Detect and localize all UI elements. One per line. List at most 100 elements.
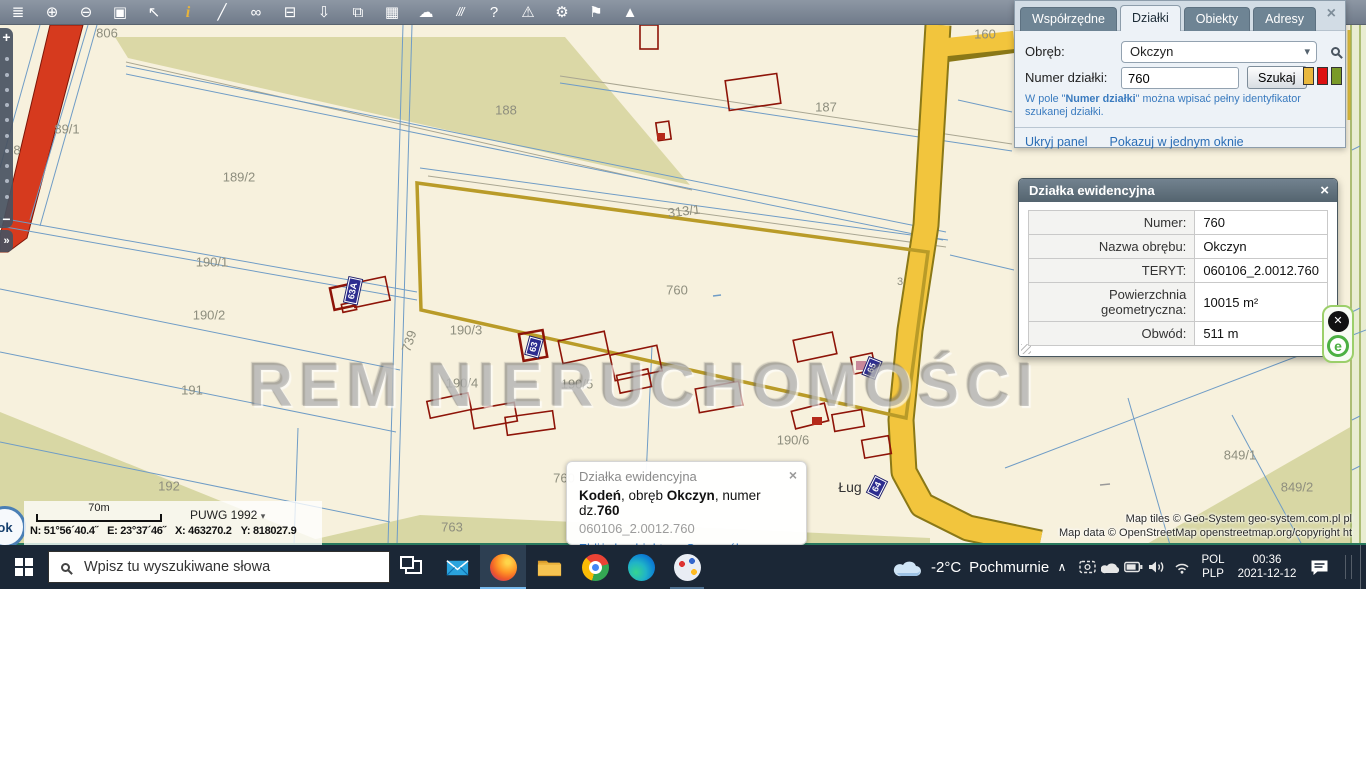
search-icon[interactable] bbox=[1331, 47, 1340, 56]
edge-app-button[interactable] bbox=[618, 545, 664, 589]
mail-app-button[interactable] bbox=[434, 545, 480, 589]
tab-współrzędne[interactable]: Współrzędne bbox=[1020, 7, 1117, 31]
browser-viewport: 806 160 188 187 89/1 8 189/2 190/1 190/2 191 192 31… bbox=[0, 0, 1366, 589]
panel-footer-links: Ukryj panel Pokazuj w jednym oknie bbox=[1015, 127, 1345, 151]
snip-tray-button[interactable] bbox=[1076, 545, 1098, 589]
parcel-label: 8 bbox=[13, 142, 21, 158]
location-icon[interactable]: ⚑ bbox=[586, 0, 606, 25]
chrome-icon bbox=[581, 553, 609, 581]
close-icon[interactable]: × bbox=[789, 467, 797, 483]
battery-tray-button[interactable] bbox=[1122, 545, 1144, 589]
search-button[interactable]: Szukaj bbox=[1247, 66, 1307, 89]
tab-działki[interactable]: Działki bbox=[1119, 5, 1181, 31]
pointer-icon[interactable]: ↖ bbox=[144, 0, 164, 25]
table-row: Powierzchnia geometryczna: 10015 m² bbox=[1027, 282, 1328, 322]
slider-expand-control[interactable]: » bbox=[0, 230, 13, 252]
snip-icon bbox=[1078, 560, 1096, 574]
weather-widget[interactable]: -2°C Pochmurnie bbox=[893, 545, 1049, 589]
clock-date: 2021-12-12 bbox=[1237, 568, 1297, 580]
warning-icon[interactable]: ⚠ bbox=[518, 0, 538, 25]
zoom-in-control[interactable]: + bbox=[2, 28, 10, 46]
wifi-icon bbox=[1175, 563, 1189, 574]
zoom-in-icon[interactable]: ⊕ bbox=[42, 0, 62, 25]
windows-logo-icon bbox=[15, 558, 33, 576]
parcel-label: 160 bbox=[974, 26, 996, 42]
parcel-label: 190/6 bbox=[776, 432, 810, 448]
paint3d-app-button[interactable] bbox=[664, 545, 710, 589]
link-icon[interactable]: ∞ bbox=[246, 0, 266, 25]
taskbar-search-placeholder: Wpisz tu wyszukiwane słowa bbox=[84, 559, 271, 575]
show-desktop-button[interactable] bbox=[1360, 545, 1366, 589]
start-button[interactable] bbox=[0, 545, 48, 589]
chevron-down-icon: ▾ bbox=[1304, 46, 1310, 58]
parcel-label: 806 bbox=[96, 25, 118, 41]
chrome-app-button[interactable] bbox=[572, 545, 618, 589]
taskbar-apps bbox=[434, 545, 710, 589]
layout-icon[interactable]: ▦ bbox=[382, 0, 402, 25]
task-view-button[interactable] bbox=[392, 545, 434, 589]
table-row: Nazwa obrębu: Okczyn bbox=[1027, 234, 1328, 259]
address-plate: 64 bbox=[867, 476, 887, 498]
table-row: Numer: 760 bbox=[1027, 210, 1328, 235]
terrain-icon[interactable]: ▲ bbox=[620, 0, 640, 25]
panel-link[interactable]: Pokazuj w jednym oknie bbox=[1110, 135, 1244, 149]
legend-swatches bbox=[1303, 67, 1342, 85]
parcel-label: 187 bbox=[815, 99, 837, 115]
onedrive-cloud-icon bbox=[1100, 563, 1119, 573]
firefox-icon bbox=[489, 553, 517, 581]
row-label: Obwód: bbox=[1027, 321, 1196, 346]
parcel-number-input[interactable] bbox=[1121, 67, 1239, 89]
parcel-panel-title: Działka ewidencyjna bbox=[1029, 183, 1155, 198]
layers-icon[interactable]: ≣ bbox=[8, 0, 28, 25]
network-tray-button[interactable] bbox=[1171, 545, 1193, 589]
taskbar-search[interactable]: Wpisz tu wyszukiwane słowa bbox=[48, 551, 390, 583]
measure-icon[interactable]: ╱ bbox=[212, 0, 232, 25]
volume-tray-button[interactable] bbox=[1146, 545, 1168, 589]
close-icon[interactable]: × bbox=[1320, 182, 1329, 199]
tab-adresy[interactable]: Adresy bbox=[1253, 7, 1317, 31]
obreb-label: Obręb: bbox=[1025, 44, 1065, 59]
obreb-select[interactable]: Okczyn ▾ bbox=[1121, 41, 1317, 63]
hatch-icon[interactable]: /// bbox=[450, 0, 470, 25]
extension-e-icon[interactable]: e bbox=[1327, 335, 1349, 358]
language-indicator[interactable]: POL PLP bbox=[1196, 545, 1230, 589]
task-view-icon bbox=[399, 556, 422, 574]
close-icon[interactable]: × bbox=[1327, 6, 1336, 22]
zoom-extent-icon[interactable]: ▣ bbox=[110, 0, 130, 25]
print-icon[interactable]: ⊟ bbox=[280, 0, 300, 25]
parcel-label: 763 bbox=[441, 519, 463, 535]
onedrive-tray-button[interactable] bbox=[1099, 545, 1121, 589]
weather-condition: Pochmurnie bbox=[969, 558, 1050, 576]
desktop: 806 160 188 187 89/1 8 189/2 190/1 190/2 191 192 31… bbox=[0, 0, 1366, 768]
polygon-icon[interactable]: ☁ bbox=[416, 0, 436, 25]
zoom-out-icon[interactable]: ⊖ bbox=[76, 0, 96, 25]
popup-parcel-line: Kodeń, obręb Okczyn, numer dz.760 bbox=[579, 488, 761, 518]
parcel-panel-header[interactable]: Działka ewidencyjna × bbox=[1019, 179, 1337, 202]
tray-chevron-button[interactable]: ∧ bbox=[1051, 545, 1073, 589]
explorer-app-button[interactable] bbox=[526, 545, 572, 589]
download-icon[interactable]: ⇩ bbox=[314, 0, 334, 25]
legend-swatch-2 bbox=[1331, 67, 1342, 85]
zoom-ticks[interactable] bbox=[4, 46, 9, 210]
info-icon[interactable]: i bbox=[178, 0, 198, 25]
ok-badge[interactable]: ok bbox=[0, 506, 26, 548]
firefox-app-button[interactable] bbox=[480, 545, 526, 589]
close-icon[interactable]: ✕ bbox=[1327, 310, 1349, 332]
help-icon[interactable]: ? bbox=[484, 0, 504, 25]
panel-link[interactable]: Ukryj panel bbox=[1025, 135, 1088, 149]
parcel-label: 188 bbox=[495, 102, 517, 118]
duplicate-icon[interactable]: ⧉ bbox=[348, 0, 368, 25]
tab-obiekty[interactable]: Obiekty bbox=[1183, 7, 1251, 31]
legend-swatch-0 bbox=[1303, 67, 1314, 85]
zoom-slider[interactable]: + − bbox=[0, 28, 13, 228]
action-center-button[interactable] bbox=[1304, 545, 1334, 589]
zoom-out-control[interactable]: − bbox=[2, 210, 10, 228]
crs-selector[interactable]: PUWG 1992 ▾ bbox=[190, 508, 265, 522]
row-value: 10015 m² bbox=[1194, 282, 1328, 322]
settings-icon[interactable]: ⚙ bbox=[552, 0, 572, 25]
clock-widget[interactable]: 00:36 2021-12-12 bbox=[1232, 545, 1302, 589]
row-label: Numer: bbox=[1027, 210, 1196, 235]
language-line1: POL bbox=[1201, 554, 1225, 566]
panel-hint: W pole "Numer działki" można wpisać pełn… bbox=[1025, 93, 1301, 118]
row-label: Nazwa obrębu: bbox=[1027, 234, 1196, 259]
